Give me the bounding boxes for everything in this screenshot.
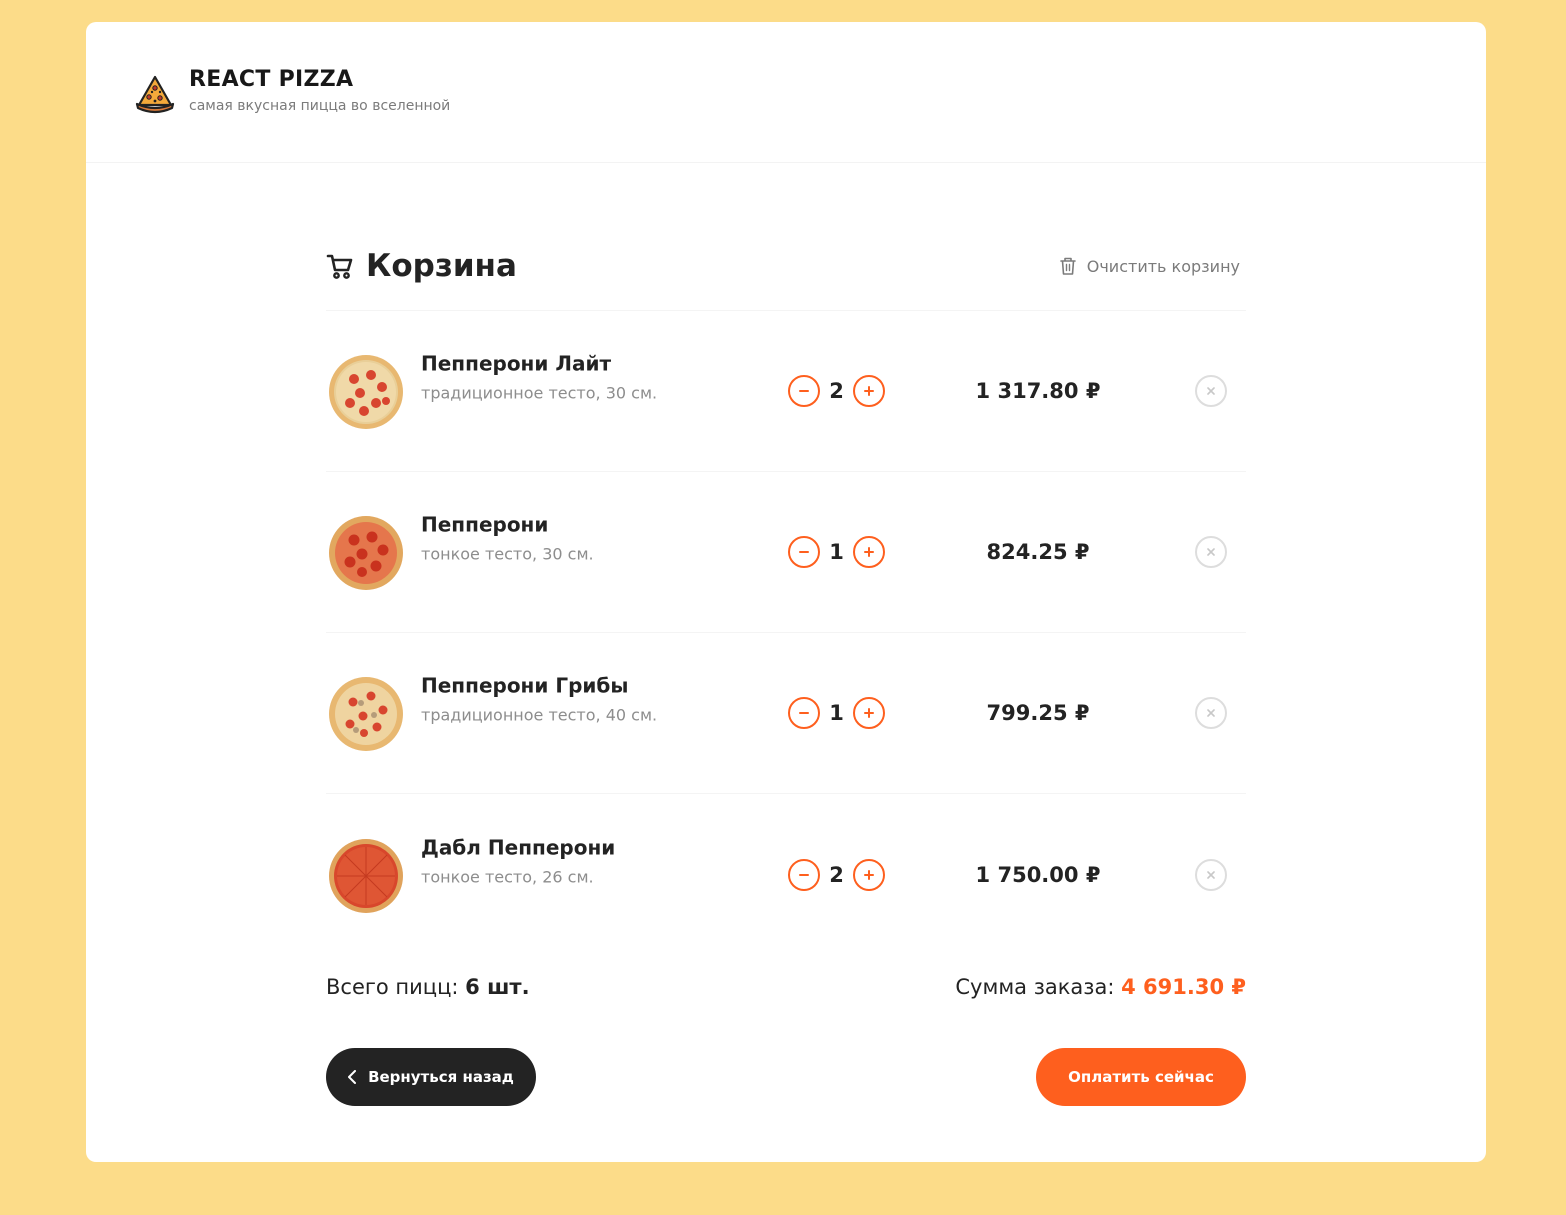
decrement-button[interactable] [788,697,820,729]
pizza-image [329,677,403,751]
minus-icon [799,551,809,553]
go-back-button[interactable]: Вернуться назад [326,1048,536,1106]
pizza-image [329,516,403,590]
plus-icon [864,386,874,396]
item-count: 1 [829,540,844,564]
logo-text: REACT PIZZA самая вкусная пицца во вселе… [189,67,451,115]
item-price: 799.25 ₽ [986,701,1090,725]
item-name: Пепперони Грибы [421,673,629,698]
header: REACT PIZZA самая вкусная пицца во вселе… [86,22,1486,163]
item-name: Дабл Пепперони [421,835,616,859]
page-container: REACT PIZZA самая вкусная пицца во вселе… [86,22,1486,1162]
pizza-image [329,838,403,913]
item-info: Пепперони Грибы традиционное тесто, 40 с… [421,674,657,725]
close-icon [1207,548,1215,556]
cart-item: Пепперони Грибы традиционное тесто, 40 с… [326,633,1246,794]
total-sum-label: Сумма заказа: [955,975,1115,999]
cart-icon [326,254,353,279]
item-desc: тонкое тесто, 26 см. [421,867,594,886]
cart-item: Пепперони Лайт традиционное тесто, 30 см… [326,311,1246,472]
go-back-label: Вернуться назад [368,1068,514,1086]
remove-item-button[interactable] [1195,375,1227,407]
remove-item-button[interactable] [1195,858,1227,891]
pizza-logo-icon [135,75,175,114]
item-price: 824.25 ₽ [986,540,1090,564]
item-desc: традиционное тесто, 40 см. [421,705,658,725]
minus-icon [799,712,809,714]
total-count-value: 6 шт. [465,975,530,999]
close-icon [1207,709,1215,717]
item-desc: традиционное тесто, 30 см. [421,383,658,403]
item-count: 2 [829,379,844,403]
increment-button[interactable] [853,697,885,729]
clear-cart-label: Очистить корзину [1086,256,1240,276]
cart-title: Корзина [326,248,517,284]
cart-top: Корзина Очистить корзину [326,246,1246,311]
increment-button[interactable] [853,536,885,568]
quantity-stepper: 2 [788,858,885,891]
cart-item: Дабл Пепперони тонкое тесто, 26 см. 2 1 … [326,794,1246,955]
item-count: 1 [829,701,844,725]
clear-cart-button[interactable]: Очистить корзину [1059,256,1246,276]
item-name: Пепперони Лайт [421,351,612,376]
item-count: 2 [829,862,844,887]
brand-subtitle: самая вкусная пицца во вселенной [189,98,451,114]
cart-section: Корзина Очистить корзину Пепперони Лайт … [326,246,1246,955]
logo[interactable]: REACT PIZZA самая вкусная пицца во вселе… [134,68,450,114]
item-info: Пепперони Лайт традиционное тесто, 30 см… [421,352,657,403]
chevron-left-icon [348,1070,357,1084]
decrement-button[interactable] [788,536,820,568]
quantity-stepper: 2 [788,375,885,407]
total-sum-value: 4 691.30 ₽ [1121,975,1246,999]
pay-now-button[interactable]: Оплатить сейчас [1036,1048,1246,1106]
decrement-button[interactable] [788,375,820,407]
item-price: 1 750.00 ₽ [975,862,1101,887]
minus-icon [799,390,809,392]
remove-item-button[interactable] [1195,697,1227,729]
item-info: Пепперони тонкое тесто, 30 см. [421,513,594,564]
cart-title-text: Корзина [366,248,517,284]
minus-icon [799,873,809,876]
decrement-button[interactable] [788,858,820,891]
item-price: 1 317.80 ₽ [975,379,1101,403]
trash-icon [1059,257,1076,275]
cart-item: Пепперони тонкое тесто, 30 см. 1 824.25 … [326,472,1246,633]
remove-item-button[interactable] [1195,536,1227,568]
plus-icon [864,547,874,557]
plus-icon [864,708,874,718]
total-sum: Сумма заказа: 4 691.30 ₽ [955,975,1246,999]
total-count-label: Всего пицц: [326,975,459,999]
cart-summary: Всего пицц: 6 шт. Сумма заказа: 4 691.30… [326,975,1246,999]
increment-button[interactable] [853,858,885,891]
plus-icon [864,869,874,880]
item-info: Дабл Пепперони тонкое тесто, 26 см. [421,835,615,886]
item-desc: тонкое тесто, 30 см. [421,544,594,564]
item-name: Пепперони [421,512,549,537]
pizza-image [329,355,403,429]
total-count: Всего пицц: 6 шт. [326,975,530,999]
close-icon [1207,387,1215,395]
close-icon [1207,870,1215,879]
quantity-stepper: 1 [788,697,885,729]
brand-title: REACT PIZZA [189,67,354,92]
increment-button[interactable] [853,375,885,407]
quantity-stepper: 1 [788,536,885,568]
pay-now-label: Оплатить сейчас [1068,1068,1214,1086]
